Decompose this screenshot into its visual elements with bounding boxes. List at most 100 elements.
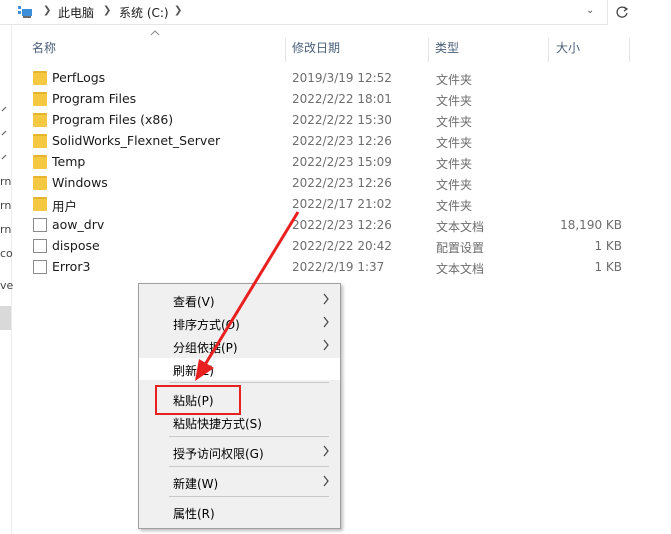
sort-ascending-icon: [150, 30, 160, 36]
file-type: 文件夹: [436, 178, 473, 192]
chevron-right-icon[interactable]: ❯: [174, 5, 182, 16]
this-pc-icon: [18, 6, 34, 18]
nav-fragment[interactable]: ve: [0, 279, 13, 292]
menu-item-new[interactable]: 新建(W): [139, 471, 340, 493]
file-type: 文件夹: [436, 157, 473, 171]
menu-item-refresh[interactable]: 刷新(E): [139, 358, 340, 380]
file-name: PerfLogs: [52, 70, 106, 85]
file-name: Error3: [52, 259, 91, 274]
column-header-name[interactable]: 名称: [32, 38, 56, 62]
file-row[interactable]: aow_drv 2022/2/23 12:26 文本文档 18,190 KB: [28, 215, 630, 236]
nav-fragment[interactable]: rn: [0, 199, 11, 212]
file-date: 2019/3/19 12:52: [292, 71, 392, 85]
nav-fragment[interactable]: rn: [0, 175, 11, 188]
config-file-icon: [33, 239, 47, 253]
file-row[interactable]: Program Files (x86) 2022/2/22 15:30 文件夹: [28, 110, 630, 131]
address-bar[interactable]: ❯ 此电脑 ❯ 系统 (C:) ❯ ⌄: [0, 0, 607, 25]
menu-item-label: 属性(R): [173, 507, 215, 521]
file-size: 1 KB: [594, 260, 622, 274]
menu-item-properties[interactable]: 属性(R): [139, 501, 340, 523]
menu-separator: [169, 382, 329, 383]
file-name: 用户: [52, 199, 78, 214]
chevron-right-icon: [323, 293, 329, 305]
folder-icon: [33, 155, 47, 169]
menu-item-label: 刷新(E): [173, 364, 214, 378]
menu-item-label: 授予访问权限(G): [173, 447, 264, 461]
file-date: 2022/2/17 21:02: [292, 197, 392, 211]
file-type: 文件夹: [436, 199, 473, 213]
file-name: SolidWorks_Flexnet_Server: [52, 133, 221, 148]
folder-icon: [33, 176, 47, 190]
folder-icon: [33, 197, 47, 211]
file-row[interactable]: Error3 2022/2/19 1:37 文本文档 1 KB: [28, 257, 630, 278]
chevron-right-icon: [323, 445, 329, 457]
menu-item-label: 新建(W): [173, 477, 219, 491]
file-type: 文件夹: [436, 94, 473, 108]
column-divider[interactable]: [629, 38, 630, 62]
folder-icon: [33, 134, 47, 148]
file-date: 2022/2/23 15:09: [292, 155, 392, 169]
menu-item-label: 查看(V): [173, 295, 215, 309]
column-divider[interactable]: [428, 38, 429, 62]
file-type: 文件夹: [436, 115, 473, 129]
file-name: aow_drv: [52, 217, 105, 232]
file-row[interactable]: dispose 2022/2/22 20:42 配置设置 1 KB: [28, 236, 630, 257]
menu-item-label: 排序方式(O): [173, 318, 240, 332]
breadcrumb-this-pc[interactable]: 此电脑: [58, 4, 94, 21]
pin-icon: [0, 103, 8, 116]
chevron-right-icon[interactable]: ❯: [43, 5, 51, 16]
breadcrumb-drive-c[interactable]: 系统 (C:): [119, 4, 169, 21]
column-divider[interactable]: [285, 38, 286, 62]
chevron-right-icon: [323, 339, 329, 351]
chevron-down-icon[interactable]: ⌄: [586, 5, 594, 16]
column-header-size[interactable]: 大小: [556, 38, 580, 62]
folder-icon: [33, 71, 47, 85]
menu-item-sort-by[interactable]: 排序方式(O): [139, 312, 340, 334]
file-row[interactable]: PerfLogs 2019/3/19 12:52 文件夹: [28, 68, 630, 89]
file-size: 18,190 KB: [560, 218, 622, 232]
file-size: 1 KB: [594, 239, 622, 253]
file-row[interactable]: Temp 2022/2/23 15:09 文件夹: [28, 152, 630, 173]
file-type: 文本文档: [436, 262, 485, 276]
column-header-date[interactable]: 修改日期: [292, 38, 340, 62]
folder-icon: [33, 113, 47, 127]
navigation-pane[interactable]: rn rn rn co ve: [0, 25, 13, 534]
text-file-icon: [33, 260, 47, 274]
nav-fragment[interactable]: co: [0, 247, 13, 260]
file-row[interactable]: Windows 2022/2/23 12:26 文件夹: [28, 173, 630, 194]
menu-separator: [169, 466, 329, 467]
column-divider[interactable]: [548, 38, 549, 62]
text-file-icon: [33, 218, 47, 232]
chevron-right-icon: [323, 475, 329, 487]
file-date: 2022/2/22 15:30: [292, 113, 392, 127]
menu-item-label: 粘贴快捷方式(S): [173, 417, 262, 431]
file-name: dispose: [52, 238, 100, 253]
menu-separator: [169, 436, 329, 437]
file-date: 2022/2/23 12:26: [292, 218, 392, 232]
file-row[interactable]: SolidWorks_Flexnet_Server 2022/2/23 12:2…: [28, 131, 630, 152]
nav-selected-item[interactable]: [0, 306, 11, 330]
chevron-right-icon[interactable]: ❯: [103, 5, 111, 16]
file-type: 配置设置: [436, 241, 485, 255]
file-row[interactable]: Program Files 2022/2/22 18:01 文件夹: [28, 89, 630, 110]
menu-separator: [169, 496, 329, 497]
refresh-icon: [616, 6, 629, 18]
file-date: 2022/2/22 18:01: [292, 92, 392, 106]
file-type: 文件夹: [436, 136, 473, 150]
menu-item-give-access[interactable]: 授予访问权限(G): [139, 441, 340, 463]
file-name: Temp: [52, 154, 86, 169]
file-date: 2022/2/23 12:26: [292, 134, 392, 148]
nav-fragment[interactable]: rn: [0, 223, 11, 236]
menu-item-group-by[interactable]: 分组依据(P): [139, 335, 340, 357]
menu-item-view[interactable]: 查看(V): [139, 289, 340, 311]
pin-icon: [0, 127, 8, 140]
file-name: Program Files: [52, 91, 137, 106]
pin-icon: [0, 151, 8, 164]
file-date: 2022/2/23 12:26: [292, 176, 392, 190]
file-date: 2022/2/22 20:42: [292, 239, 392, 253]
file-row[interactable]: 用户 2022/2/17 21:02 文件夹: [28, 194, 630, 215]
menu-item-label: 分组依据(P): [173, 341, 238, 355]
column-header-type[interactable]: 类型: [435, 38, 459, 62]
file-type: 文件夹: [436, 73, 473, 87]
refresh-button[interactable]: [607, 0, 635, 25]
